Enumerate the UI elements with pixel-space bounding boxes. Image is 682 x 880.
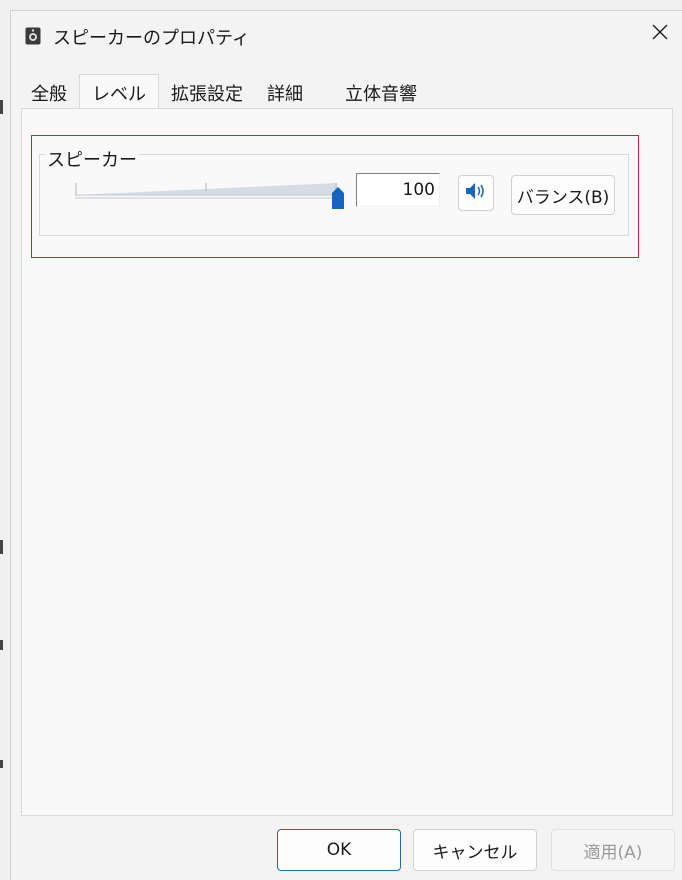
close-button[interactable] (637, 11, 682, 57)
close-icon (652, 24, 668, 44)
tab-general[interactable]: 全般 (19, 77, 79, 109)
tab-levels[interactable]: レベル (79, 74, 159, 110)
speaker-volume-icon (465, 181, 487, 205)
background-window-edge (0, 760, 3, 768)
balance-button[interactable]: バランス(B) (511, 175, 615, 215)
mute-button[interactable] (458, 175, 494, 211)
tab-spatial-sound[interactable]: 立体音響 (333, 77, 429, 109)
cancel-button[interactable]: キャンセル (413, 829, 537, 871)
apply-button: 適用(A) (551, 829, 675, 871)
background-window-edge (0, 640, 3, 650)
speaker-device-icon (25, 27, 41, 45)
volume-value-field[interactable]: 100 (356, 173, 440, 207)
volume-slider[interactable] (75, 169, 345, 209)
tab-bar: 全般 レベル 拡張設定 詳細 立体音響 (19, 74, 429, 110)
title-bar: スピーカーのプロパティ (11, 11, 682, 59)
background-window-edge (0, 100, 3, 114)
tab-advanced[interactable]: 詳細 (255, 77, 315, 109)
speaker-properties-dialog: スピーカーのプロパティ 全般 レベル 拡張設定 詳細 立体音響 スピーカー 10… (10, 10, 682, 880)
tab-enhancements[interactable]: 拡張設定 (159, 77, 255, 109)
ok-button[interactable]: OK (277, 829, 401, 871)
background-window-edge (0, 540, 3, 554)
volume-slider-thumb[interactable] (332, 187, 344, 209)
window-title: スピーカーのプロパティ (53, 28, 250, 49)
